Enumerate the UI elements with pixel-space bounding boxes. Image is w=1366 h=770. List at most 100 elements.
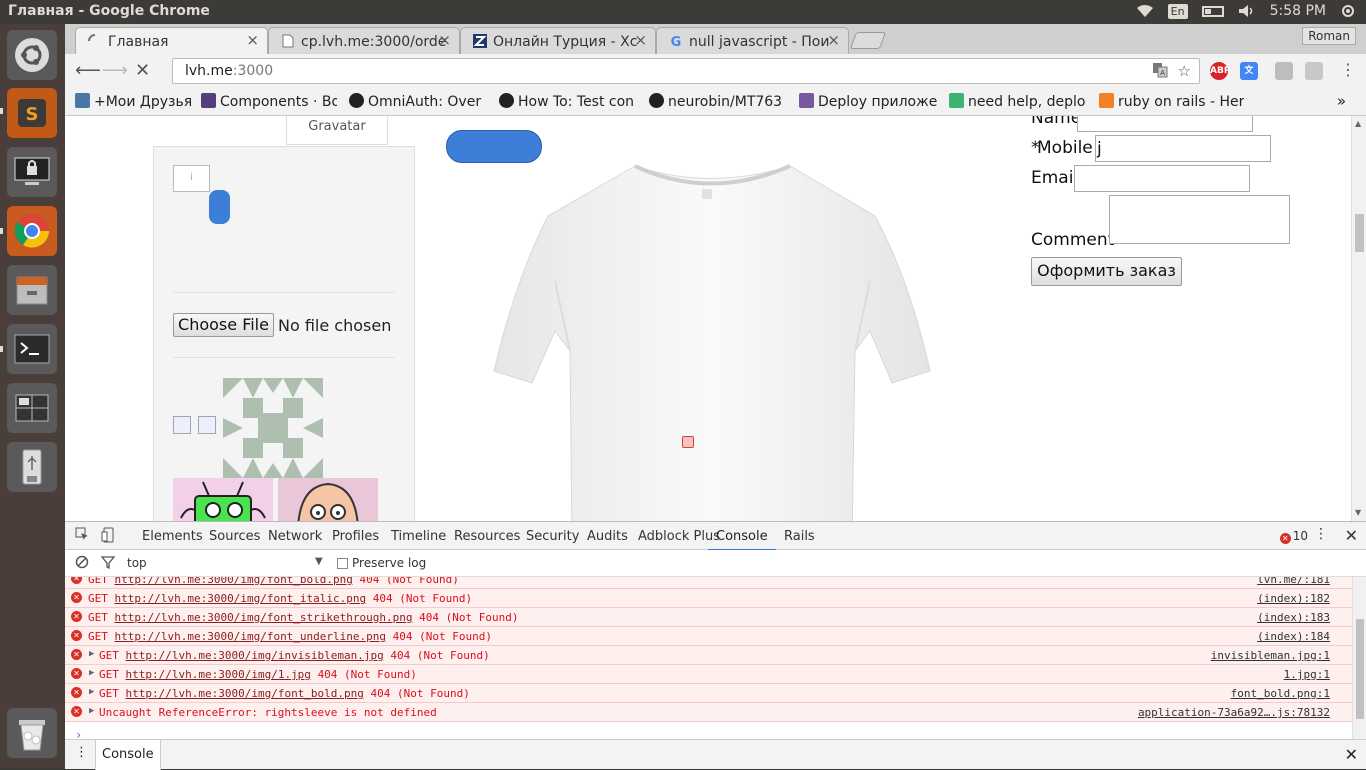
scroll-down-icon[interactable]: ▼: [1355, 508, 1361, 517]
tab-elements[interactable]: Elements: [142, 529, 203, 544]
trash-icon[interactable]: [7, 708, 57, 758]
tab-audits[interactable]: Audits: [587, 529, 628, 544]
chevron-down-icon[interactable]: ▼: [315, 556, 323, 567]
address-bar[interactable]: lvh.me:3000 A ☆: [172, 58, 1200, 84]
console-error-row[interactable]: ✕ GET http://lvh.me:3000/img/font_italic.…: [65, 589, 1352, 608]
source-link[interactable]: application-73a6a92….js:78132: [1138, 706, 1330, 719]
tab-home[interactable]: Главная ×: [75, 27, 268, 54]
forward-arrow-icon[interactable]: ⟶: [102, 60, 128, 81]
battery-icon[interactable]: [1201, 5, 1224, 17]
small-text-input[interactable]: i: [173, 165, 210, 192]
bookmark-how-to-test[interactable]: How To: Test con: [499, 93, 639, 110]
request-url-link[interactable]: http://lvh.me:3000/img/invisibleman.jpg: [126, 649, 384, 662]
design-element-icon[interactable]: [682, 436, 694, 448]
tab-timeline[interactable]: Timeline: [391, 529, 446, 544]
expand-triangle-icon[interactable]: ▶: [89, 668, 94, 678]
identicon-avatar[interactable]: [223, 378, 323, 478]
request-url-link[interactable]: http://lvh.me:3000/img/font_italic.png: [115, 592, 367, 605]
tab-sources[interactable]: Sources: [209, 529, 260, 544]
bookmark-star-icon[interactable]: ☆: [1178, 62, 1191, 82]
bookmark-components[interactable]: Components · Bo: [201, 93, 337, 110]
drawer-menu-icon[interactable]: ⋮: [75, 745, 88, 760]
mobile-input[interactable]: j: [1095, 135, 1271, 162]
request-url-link[interactable]: http://lvh.me:3000/img/font_underline.pn…: [115, 630, 387, 643]
name-input[interactable]: [1077, 116, 1253, 132]
comment-textarea[interactable]: [1109, 195, 1290, 244]
console-error-row[interactable]: ✕ GET http://lvh.me:3000/img/font_bold.pn…: [65, 577, 1352, 589]
lock-screen-icon[interactable]: [7, 147, 57, 197]
bookmark-omniauth[interactable]: OmniAuth: Over: [349, 93, 489, 110]
tab-profiles[interactable]: Profiles: [332, 529, 379, 544]
clock[interactable]: 5:58 PM: [1270, 3, 1326, 19]
usb-drive-icon[interactable]: [7, 442, 57, 492]
bookmark-ruby-on-rails[interactable]: ruby on rails - Her: [1099, 93, 1244, 110]
chrome-icon[interactable]: [7, 206, 57, 256]
robot-avatar[interactable]: [173, 478, 273, 521]
inspect-element-icon[interactable]: [75, 527, 89, 545]
expand-triangle-icon[interactable]: ▶: [89, 649, 94, 659]
back-arrow-icon[interactable]: ⟵: [75, 60, 101, 81]
menu-icon[interactable]: ⋮: [1340, 60, 1356, 79]
close-tab-icon[interactable]: ×: [827, 31, 840, 49]
profile-button[interactable]: Roman: [1302, 27, 1356, 45]
source-link[interactable]: (index):184: [1257, 630, 1330, 643]
source-link[interactable]: 1.jpg:1: [1284, 668, 1330, 681]
close-tab-icon[interactable]: ×: [246, 31, 259, 49]
source-link[interactable]: invisibleman.jpg:1: [1211, 649, 1330, 662]
translate-extension-icon[interactable]: 文: [1240, 62, 1258, 80]
bookmark-deploy[interactable]: Deploy приложе: [799, 93, 939, 110]
language-indicator[interactable]: En: [1167, 3, 1188, 19]
clear-console-icon[interactable]: [75, 555, 89, 572]
close-devtools-icon[interactable]: ✕: [1345, 526, 1358, 545]
translate-icon[interactable]: A: [1152, 62, 1168, 82]
source-link[interactable]: font_bold.png:1: [1231, 687, 1330, 700]
tshirt-image[interactable]: [490, 161, 934, 521]
sync-extension-icon[interactable]: [1305, 62, 1323, 80]
tab-resources[interactable]: Resources: [454, 529, 520, 544]
page-scrollbar[interactable]: ▲ ▼: [1351, 116, 1366, 521]
adblock-plus-icon[interactable]: ABP: [1210, 62, 1230, 80]
color-button[interactable]: [446, 130, 542, 163]
save-extension-icon[interactable]: [1275, 62, 1293, 80]
filter-icon[interactable]: [100, 555, 116, 572]
new-tab-button[interactable]: [849, 32, 887, 49]
scrollbar-thumb[interactable]: [1356, 619, 1364, 719]
close-tab-icon[interactable]: ×: [634, 31, 647, 49]
expand-triangle-icon[interactable]: ▶: [89, 687, 94, 697]
ubuntu-dash-icon[interactable]: [7, 30, 57, 80]
slider-handle[interactable]: [209, 190, 230, 224]
console-scrollbar[interactable]: [1352, 577, 1366, 739]
more-bookmarks-icon[interactable]: »: [1337, 92, 1346, 110]
context-selector[interactable]: top: [127, 556, 147, 570]
request-url-link[interactable]: http://lvh.me:3000/img/font_bold.png: [115, 577, 353, 586]
device-mode-icon[interactable]: [101, 527, 115, 547]
tab-google-search[interactable]: G null javascript - Пои ×: [656, 27, 849, 54]
error-counter[interactable]: ✕ 10: [1279, 529, 1308, 544]
sublime-text-icon[interactable]: S: [7, 88, 57, 138]
bookmark-vk-friends[interactable]: +Мои Друзья: [75, 93, 195, 110]
scrollbar-thumb[interactable]: [1355, 214, 1364, 252]
scroll-up-icon[interactable]: ▲: [1355, 119, 1361, 128]
workspaces-icon[interactable]: [7, 383, 57, 433]
bookmark-need-help[interactable]: need help, deplo: [949, 93, 1089, 110]
console-prompt[interactable]: ›: [75, 728, 82, 739]
request-url-link[interactable]: http://lvh.me:3000/img/font_strikethroug…: [115, 611, 413, 624]
request-url-link[interactable]: http://lvh.me:3000/img/font_bold.png: [126, 687, 364, 700]
source-link[interactable]: (index):183: [1257, 611, 1330, 624]
face-avatar[interactable]: [278, 478, 378, 521]
console-error-row[interactable]: ✕ GET http://lvh.me:3000/img/font_striket…: [65, 608, 1352, 627]
tab-online-turkey[interactable]: Онлайн Турция - Xc ×: [460, 27, 656, 54]
volume-icon[interactable]: [1238, 4, 1256, 18]
tab-console[interactable]: Console: [708, 529, 776, 551]
broken-image-icon[interactable]: [198, 416, 216, 434]
tab-gravatar[interactable]: Gravatar: [286, 116, 388, 145]
stop-loading-icon[interactable]: ✕: [135, 60, 150, 81]
tab-rails[interactable]: Rails: [784, 529, 815, 544]
bookmark-neurobin[interactable]: neurobin/MT763: [649, 93, 789, 110]
tab-network[interactable]: Network: [268, 529, 322, 544]
wifi-icon[interactable]: [1136, 4, 1154, 18]
request-url-link[interactable]: http://lvh.me:3000/img/1.jpg: [126, 668, 311, 681]
console-error-row[interactable]: ✕ ▶ GET http://lvh.me:3000/img/invisiblema…: [65, 646, 1352, 665]
console-error-row[interactable]: ✕ ▶ GET http://lvh.me:3000/img/1.jpg 404 (…: [65, 665, 1352, 684]
close-tab-icon[interactable]: ×: [438, 31, 451, 49]
